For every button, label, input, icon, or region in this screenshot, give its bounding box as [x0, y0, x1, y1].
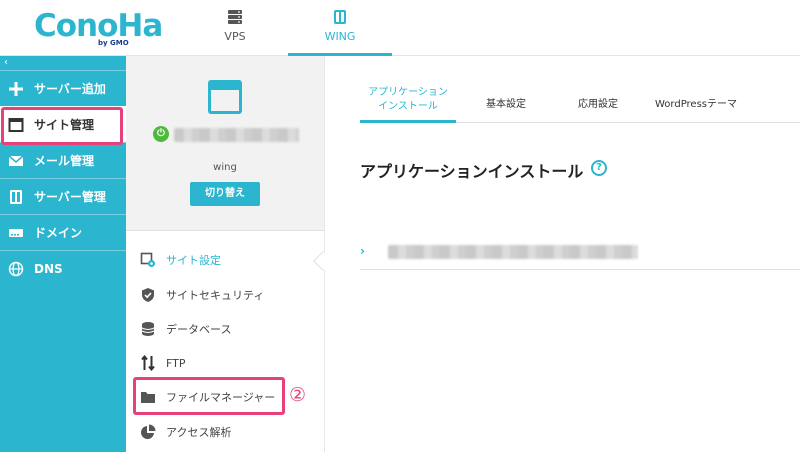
switch-server-button[interactable]: 切り替え — [190, 182, 260, 206]
server-manage-icon — [10, 189, 22, 204]
menu-item-label: サイトセキュリティ — [166, 289, 265, 302]
pie-chart-icon — [141, 424, 156, 439]
highlight-site-management — [1, 107, 123, 145]
globe-icon — [8, 261, 24, 276]
sidebar-item-label: メール管理 — [34, 154, 95, 168]
page-title: アプリケーションインストール — [360, 162, 584, 181]
tab-label-line1: アプリケーション — [368, 87, 448, 98]
sidebar-item-dns[interactable]: DNS — [0, 250, 126, 286]
tab-label: WordPressテーマ — [654, 99, 738, 110]
blurred-app-url — [388, 245, 638, 259]
tab-label: 応用設定 — [578, 99, 618, 110]
tab-wing-label: WING — [324, 30, 356, 43]
server-name: wing — [213, 162, 237, 173]
tab-vps-label: VPS — [224, 30, 246, 43]
sidebar-item-add-server[interactable]: サーバー追加 — [0, 70, 126, 106]
tab-application-install[interactable]: アプリケーション インストール — [364, 86, 452, 114]
sidebar-item-domain[interactable]: ドメイン — [0, 214, 126, 250]
blurred-server-id — [174, 128, 299, 142]
help-icon[interactable]: ? — [591, 160, 607, 176]
tab-vps[interactable]: VPS — [183, 0, 287, 56]
tab-label: 基本設定 — [486, 99, 526, 110]
sidebar-item-label: サーバー管理 — [34, 190, 106, 204]
wing-server-icon — [334, 10, 346, 24]
annotation-marker-2: ② — [289, 384, 307, 406]
installed-app-row[interactable]: › — [360, 236, 800, 270]
server-stack-icon — [228, 10, 242, 24]
tab-basic-settings[interactable]: 基本設定 — [476, 98, 536, 112]
site-settings-icon — [140, 252, 155, 267]
tab-wordpress-theme[interactable]: WordPressテーマ — [648, 98, 744, 112]
tab-wing[interactable]: WING — [288, 0, 392, 56]
active-tab-indicator — [360, 120, 456, 123]
sidebar-item-mail-management[interactable]: メール管理 — [0, 142, 126, 178]
menu-item-label: データベース — [166, 323, 232, 336]
menu-item-database[interactable]: データベース — [140, 319, 310, 339]
mail-icon — [8, 154, 24, 166]
transfer-arrows-icon — [141, 355, 155, 371]
menu-item-ftp[interactable]: FTP — [140, 353, 310, 373]
top-header: ConoHa by GMO VPS WING — [0, 0, 800, 56]
server-card: ⏻ wing 切り替え — [126, 56, 324, 231]
highlight-file-manager — [133, 377, 285, 415]
logo-subtext: by GMO — [98, 39, 129, 47]
tab-label-line2: インストール — [378, 101, 438, 112]
server-window-icon — [208, 80, 242, 114]
database-icon — [141, 322, 155, 336]
menu-item-label: FTP — [166, 356, 186, 370]
power-status-icon: ⏻ — [153, 126, 169, 142]
domain-icon — [9, 228, 23, 237]
sidebar-item-server-management[interactable]: サーバー管理 — [0, 178, 126, 214]
sidebar-item-label: サーバー追加 — [34, 82, 106, 96]
sidebar-item-label: DNS — [34, 261, 63, 276]
menu-item-site-settings[interactable]: サイト設定 — [140, 250, 310, 270]
tab-advanced-settings[interactable]: 応用設定 — [568, 98, 628, 112]
menu-item-site-security[interactable]: サイトセキュリティ — [140, 285, 310, 305]
menu-item-label: アクセス解析 — [166, 426, 232, 439]
plus-icon — [9, 81, 23, 96]
menu-item-access-analysis[interactable]: アクセス解析 — [140, 422, 310, 442]
chevron-right-icon: › — [360, 244, 365, 258]
shield-check-icon — [142, 288, 154, 302]
collapse-sidebar-icon[interactable]: ‹ — [4, 57, 8, 69]
conoha-logo[interactable]: ConoHa by GMO — [34, 8, 163, 48]
menu-item-label: サイト設定 — [166, 254, 221, 267]
sidebar-item-label: ドメイン — [34, 226, 83, 240]
main-content: アプリケーション インストール 基本設定 応用設定 WordPressテーマ ア… — [326, 56, 800, 452]
